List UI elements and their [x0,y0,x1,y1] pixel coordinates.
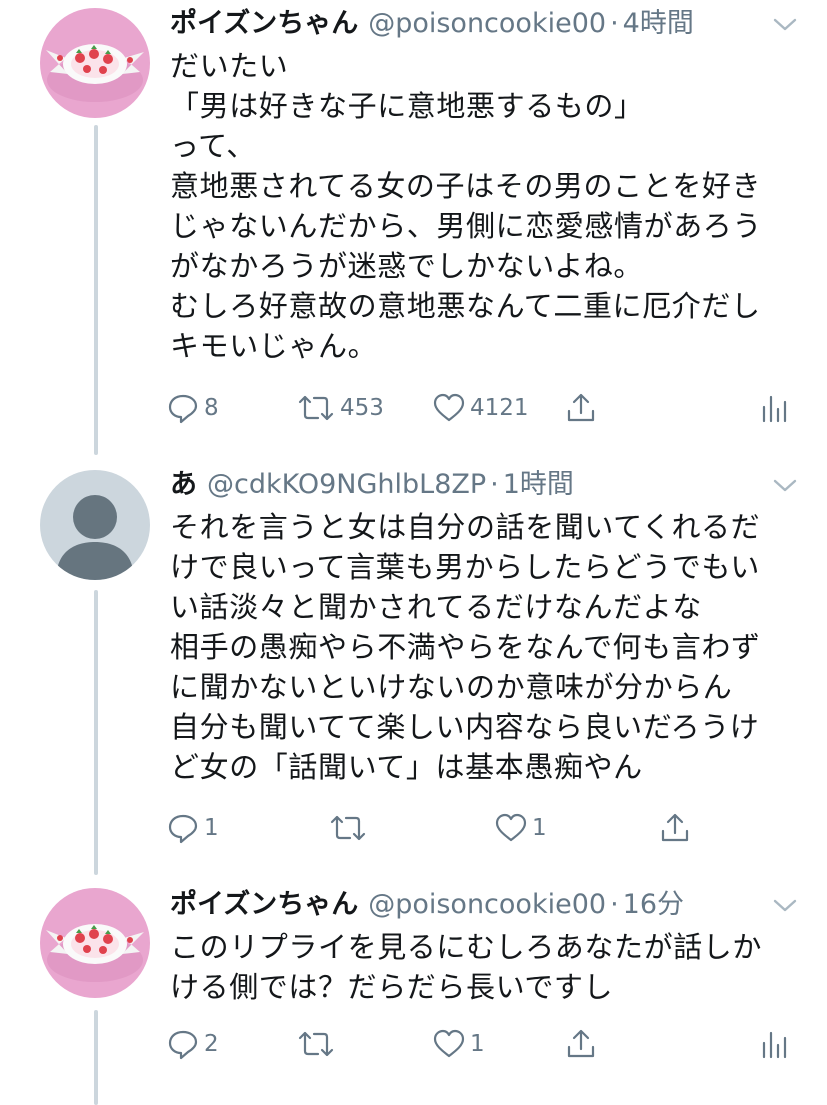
like-count: 4121 [470,395,529,421]
reply-count: 1 [204,815,219,841]
tweet[interactable]: ポイズンちゃん @poisoncookie00 · 4時間 だいたい 「男は好き… [0,0,827,455]
text-line: 相手の愚痴やら不満やらをなんで何も言わず [170,630,761,664]
timestamp[interactable]: 16分 [623,885,684,925]
text-line: に聞かないといけないのか意味が分からん [170,670,733,704]
text-line: むしろ好意故の意地悪なんて二重に厄介だし [170,289,761,323]
chevron-down-icon[interactable] [771,10,799,38]
text-line: がなかろうが迷惑でしかないよね。 [170,249,644,283]
separator-dot: · [610,889,619,920]
heart-icon [433,393,465,422]
text-line: い話淡々と聞かされてるだけなんだよな [170,590,702,624]
reply-icon [168,394,198,424]
like-count: 1 [470,1031,485,1057]
user-handle[interactable]: @poisoncookie00 [368,885,606,925]
share-icon [567,393,595,422]
retweet-button[interactable] [296,1024,340,1064]
text-line: ど女の「話聞いて」は基本愚痴やん [170,750,643,784]
display-name[interactable]: ポイズンちゃん [170,4,358,44]
avatar[interactable] [40,888,150,998]
like-button[interactable]: 1 [494,808,547,848]
reply-count: 8 [204,395,219,421]
reply-button[interactable]: 8 [166,388,219,428]
tweet-text: だいたい 「男は好きな子に意地悪するもの」 って、 意地悪されてる女の子はその男… [170,46,762,366]
heart-icon [495,813,527,842]
tweet[interactable]: あ @cdkKO9NGhlbL8ZP · 1時間 それを言うと女は自分の話を聞い… [0,465,827,875]
retweet-button[interactable] [328,808,372,848]
reply-icon [168,814,198,844]
retweet-icon [298,1031,334,1057]
avatar[interactable] [40,470,150,580]
text-line: じゃないんだから、男側に恋愛感情があろう [170,209,763,243]
reply-button[interactable]: 1 [166,808,219,848]
avatar[interactable] [40,8,150,118]
reply-button[interactable]: 2 [166,1024,219,1064]
share-button[interactable] [564,388,598,428]
text-line: 意地悪されてる女の子はその男のことを好き [170,169,762,203]
tweet-header: ポイズンちゃん @poisoncookie00 · 16分 [170,885,767,925]
tweet-actions: 2 1 [166,1024,796,1064]
text-line: 「男は好きな子に意地悪するもの」 [170,89,644,123]
retweet-count: 453 [340,395,384,421]
strawberry-candy-avatar [40,8,150,118]
display-name[interactable]: あ [170,465,197,505]
text-line: って、 [170,129,256,163]
chevron-down-icon[interactable] [771,471,799,499]
timestamp[interactable]: 4時間 [623,4,694,44]
analytics-icon [762,1031,787,1059]
reply-count: 2 [204,1031,219,1057]
text-line: だいたい [170,49,289,83]
heart-icon [433,1029,465,1058]
separator-dot: · [610,8,619,39]
analytics-button[interactable] [758,1024,788,1064]
text-line: それを言うと女は自分の話を聞いてくれるだ [170,510,761,544]
tweet-header: あ @cdkKO9NGhlbL8ZP · 1時間 [170,465,767,505]
text-line: ける側では？だらだら長いですし [170,970,614,1004]
strawberry-candy-avatar [40,888,150,998]
retweet-icon [330,815,366,841]
chevron-down-icon[interactable] [771,891,799,919]
share-button[interactable] [658,808,692,848]
retweet-icon [298,395,334,421]
tweet-text: このリプライを見るにむしろあなたが話しか ける側では？だらだら長いですし [170,927,762,1007]
tweet-text: それを言うと女は自分の話を聞いてくれるだ けで良いって言葉も男からしたらどうでも… [170,507,761,787]
reply-icon [168,1030,198,1060]
user-handle[interactable]: @cdkKO9NGhlbL8ZP [207,465,486,505]
like-button[interactable]: 1 [432,1024,485,1064]
text-line: けで良いって言葉も男からしたらどうでもい [170,550,760,584]
like-count: 1 [532,815,547,841]
user-handle[interactable]: @poisoncookie00 [368,4,606,44]
text-line: このリプライを見るにむしろあなたが話しか [170,930,763,964]
timestamp[interactable]: 1時間 [503,465,574,505]
tweet-actions: 1 1 [166,808,796,848]
text-line: 自分も聞いてて楽しい内容なら良いだろうけ [170,710,760,744]
analytics-icon [762,395,787,423]
display-name[interactable]: ポイズンちゃん [170,885,358,925]
default-profile-avatar [40,470,150,580]
text-line: キモいじゃん。 [170,329,378,363]
analytics-button[interactable] [758,388,788,428]
tweet-actions: 8 453 4121 [166,388,796,428]
share-icon [567,1029,595,1058]
share-icon [661,813,689,842]
tweet[interactable]: ポイズンちゃん @poisoncookie00 · 16分 このリプライを見るに… [0,885,827,1105]
tweet-header: ポイズンちゃん @poisoncookie00 · 4時間 [170,4,767,44]
share-button[interactable] [564,1024,598,1064]
retweet-button[interactable]: 453 [296,388,384,428]
separator-dot: · [490,469,499,500]
like-button[interactable]: 4121 [432,388,529,428]
